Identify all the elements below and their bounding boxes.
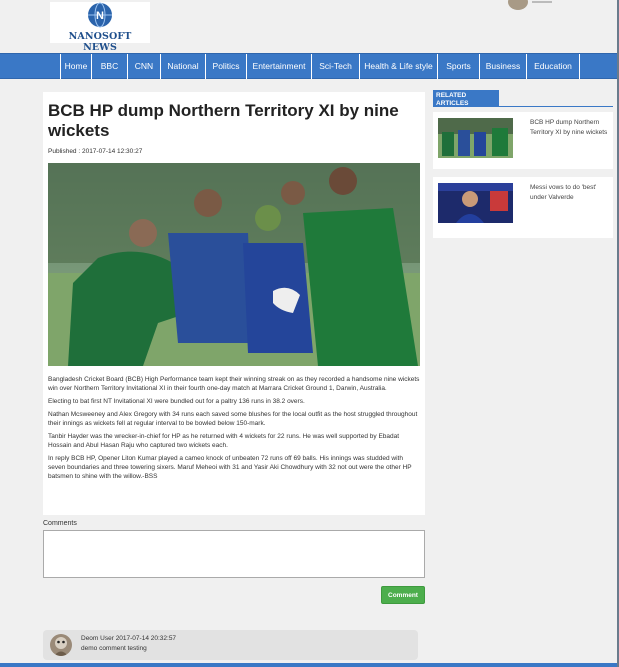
comment-text: demo comment testing [81, 645, 147, 652]
comment-meta: Deom User 2017-07-14 20:32:57 [81, 635, 176, 642]
article-image [48, 163, 420, 366]
article-card: BCB HP dump Northern Territory XI by nin… [43, 92, 425, 515]
nav-item-home[interactable]: Home [60, 54, 92, 79]
comment-input[interactable] [43, 530, 425, 578]
article-body: Bangladesh Cricket Board (BCB) High Perf… [48, 375, 420, 485]
nav-item-sci-tech[interactable]: Sci-Tech [312, 54, 360, 79]
nav-item-sports[interactable]: Sports [438, 54, 480, 79]
article-paragraph: Nathan Mcsweeney and Alex Gregory with 3… [48, 411, 418, 427]
related-article-title[interactable]: Messi vows to do 'best' under Valverde [530, 183, 610, 202]
site-header: N NANOSOFT NEWS [0, 0, 619, 53]
nav-item-cnn[interactable]: CNN [128, 54, 161, 79]
related-article-thumbnail[interactable] [438, 183, 513, 223]
user-menu-bar [532, 1, 552, 3]
comment-user-name: Deom User [81, 635, 114, 642]
related-article-thumbnail[interactable] [438, 118, 513, 158]
main-navigation: Home BBC CNN National Politics Entertain… [0, 53, 619, 79]
related-divider [433, 106, 613, 107]
comment-button[interactable]: Comment [381, 586, 425, 604]
globe-logo-icon: N [88, 2, 112, 28]
article-paragraph: Electing to bat first NT Invitational XI… [48, 398, 305, 405]
comment-time: 2017-07-14 20:32:57 [115, 635, 177, 642]
nav-item-politics[interactable]: Politics [206, 54, 247, 79]
nav-item-national[interactable]: National [161, 54, 206, 79]
footer-bar [0, 663, 619, 667]
user-avatar[interactable] [508, 0, 528, 10]
article-published-date: Published : 2017-07-14 12:30:27 [48, 148, 143, 155]
article-paragraph: In reply BCB HP, Opener Liton Kumar play… [48, 455, 412, 480]
comment-item: Deom User 2017-07-14 20:32:57 demo comme… [43, 630, 418, 660]
article-paragraph: Bangladesh Cricket Board (BCB) High Perf… [48, 376, 420, 392]
logo-text: NANOSOFT NEWS [68, 31, 132, 53]
related-article-item[interactable]: BCB HP dump Northern Territory XI by nin… [433, 112, 613, 169]
nav-item-entertainment[interactable]: Entertainment [247, 54, 312, 79]
article-title: BCB HP dump Northern Territory XI by nin… [48, 101, 399, 140]
svg-text:N: N [96, 10, 104, 22]
related-article-item[interactable]: Messi vows to do 'best' under Valverde [433, 177, 613, 238]
nav-item-health-life-style[interactable]: Health & Life style [360, 54, 438, 79]
comments-label: Comments [43, 520, 77, 527]
nav-item-bbc[interactable]: BBC [92, 54, 128, 79]
related-article-title[interactable]: BCB HP dump Northern Territory XI by nin… [530, 118, 610, 137]
commenter-avatar [50, 634, 72, 656]
nav-item-business[interactable]: Business [480, 54, 527, 79]
site-logo[interactable]: N NANOSOFT NEWS [50, 2, 150, 53]
article-paragraph: Tanbir Hayder was the wrecker-in-chief f… [48, 433, 400, 449]
related-articles-heading: RELATED ARTICLES [433, 90, 499, 107]
nav-item-education[interactable]: Education [527, 54, 580, 79]
